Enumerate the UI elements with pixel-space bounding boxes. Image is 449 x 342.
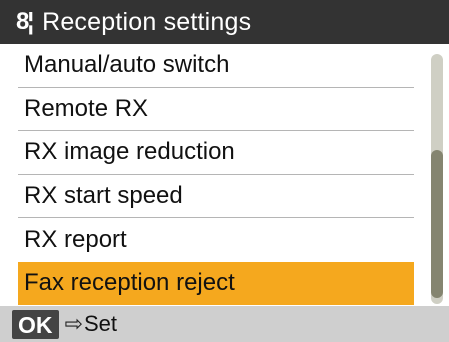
- arrow-right-icon: ⇨: [64, 311, 83, 336]
- ok-key-label: OK: [12, 309, 59, 339]
- menu-item-manual-auto-switch[interactable]: Manual/auto switch: [18, 44, 414, 88]
- footer-bar: OK ⇨ Set: [0, 306, 449, 342]
- menu-item-rx-report[interactable]: RX report: [18, 218, 414, 262]
- menu-item-fax-reception-reject[interactable]: Fax reception reject: [18, 261, 414, 305]
- menu-item-label: RX image reduction: [24, 138, 235, 166]
- title-bar: 8¦ Reception settings: [0, 0, 449, 44]
- menu-item-label: Manual/auto switch: [24, 51, 230, 79]
- menu-item-remote-rx[interactable]: Remote RX: [18, 88, 414, 131]
- settings-icon: 8¦: [16, 8, 34, 35]
- scrollbar-thumb[interactable]: [431, 150, 443, 298]
- menu-item-rx-start-speed[interactable]: RX start speed: [18, 175, 414, 218]
- page-title: Reception settings: [42, 7, 252, 36]
- menu-item-rx-image-reduction[interactable]: RX image reduction: [18, 131, 414, 175]
- menu-item-label: Fax reception reject: [24, 269, 235, 297]
- settings-menu: Manual/auto switch Remote RX RX image re…: [0, 44, 422, 306]
- footer-action-label: Set: [83, 311, 117, 336]
- printer-lcd-screen: 8¦ Reception settings Manual/auto switch…: [0, 0, 449, 342]
- menu-item-label: Remote RX: [24, 94, 149, 122]
- menu-item-label: RX report: [24, 225, 127, 253]
- scrollbar[interactable]: [431, 54, 443, 304]
- menu-item-label: RX start speed: [24, 181, 183, 209]
